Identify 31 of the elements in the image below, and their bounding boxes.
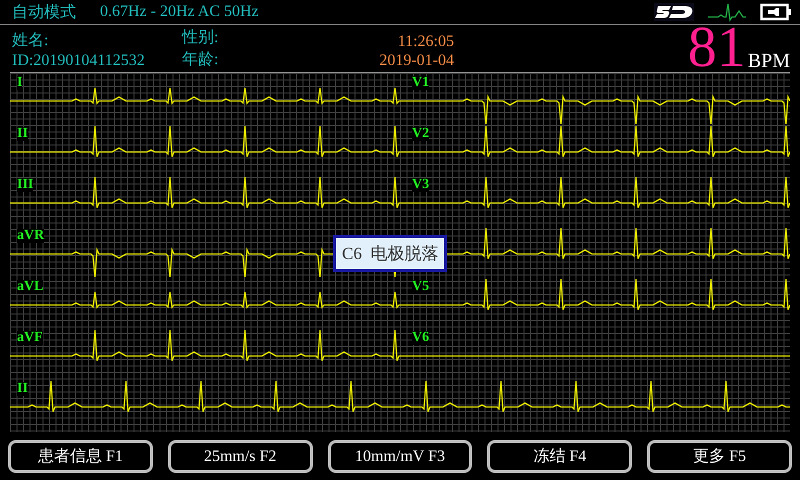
lead-label: V6 (412, 331, 430, 345)
date-label: 2019-01-04 (379, 52, 454, 70)
time-label: 11:26:05 (398, 33, 454, 51)
age-label: 年龄: (182, 50, 220, 70)
lead-label: V5 (412, 280, 430, 294)
patient-id: ID:20190104112532 (12, 52, 146, 70)
battery-icon (760, 3, 792, 21)
function-button[interactable]: 25mm/s F2 (168, 440, 313, 473)
alert-message: C6 电极脱落 (333, 235, 448, 272)
heart-rate-value: 81 (688, 22, 746, 72)
heart-rate-unit: BPM (748, 50, 790, 72)
lead-label: II (17, 127, 28, 141)
function-button[interactable]: 患者信息 F1 (8, 440, 153, 473)
name-label: 姓名: (12, 31, 50, 51)
lead-label: V1 (412, 76, 430, 90)
lead-label: I (17, 76, 22, 90)
filter-label: 0.67Hz - 20Hz AC 50Hz (100, 3, 259, 21)
lead-label: V2 (412, 127, 430, 141)
function-button[interactable]: 更多 F5 (647, 440, 792, 473)
lead-label: aVF (17, 331, 43, 345)
lead-label: aVL (17, 280, 44, 294)
heartbeat-icon (708, 2, 746, 22)
function-button[interactable]: 10mm/mV F3 (328, 440, 472, 473)
sd-card-icon (654, 3, 694, 21)
lead-label: II (17, 382, 28, 396)
lead-label: III (17, 178, 34, 192)
function-button[interactable]: 冻结 F4 (487, 440, 632, 473)
lead-label: V3 (412, 178, 430, 192)
lead-label: aVR (17, 229, 44, 243)
mode-label: 自动模式 (12, 2, 76, 22)
sex-label: 性别: (182, 28, 220, 48)
